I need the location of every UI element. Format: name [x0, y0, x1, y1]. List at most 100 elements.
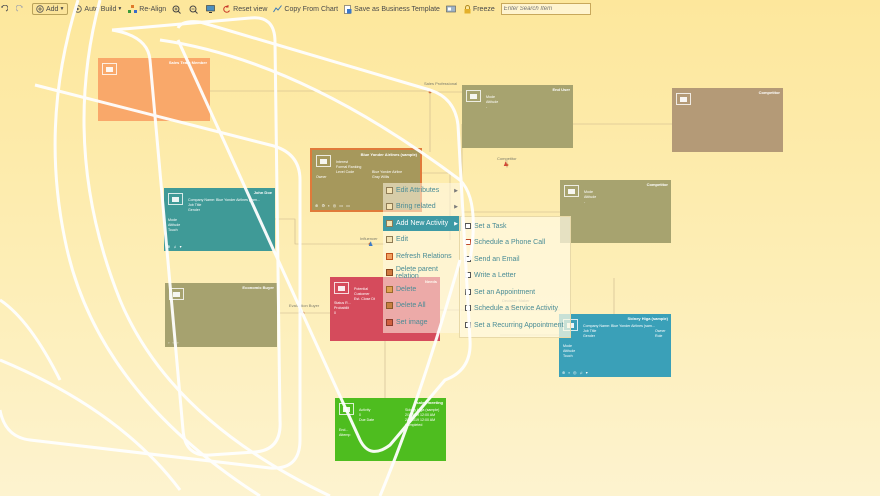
menu-item-label: Delete parent relation: [395, 265, 438, 280]
monitor-button[interactable]: [206, 5, 217, 13]
zoom-in-icon: [172, 5, 182, 14]
node-sales-team-member[interactable]: Sales Team Member: [98, 58, 210, 121]
reset-view-button[interactable]: Reset view: [223, 5, 267, 13]
attributes-icon: [386, 187, 393, 194]
delete-icon: [386, 286, 393, 293]
add-button[interactable]: Add ▼: [32, 3, 69, 15]
menu-item-delete-all[interactable]: Delete All: [383, 298, 461, 313]
node-title: Economic Buyer: [242, 285, 274, 290]
menu-item-edit[interactable]: Edit: [383, 232, 461, 247]
toolbar: Add ▼ Auto Build ▼ Re-Align Reset view Cop…: [0, 0, 880, 18]
service-icon: [465, 305, 471, 311]
menu-item-add-new-activity[interactable]: Add New Activity ▶: [383, 216, 461, 231]
menu-item-delete-parent-relation[interactable]: Delete parent relation: [383, 265, 461, 280]
undo-icon: [1, 5, 8, 12]
node-competitor-top[interactable]: Competitor: [672, 88, 783, 152]
folder-icon: [339, 403, 354, 415]
menu-item-delete[interactable]: Delete: [383, 282, 461, 297]
field-line: Touch: [563, 354, 573, 358]
field-line: Completed: [405, 423, 423, 427]
zoom-out-button[interactable]: [189, 5, 200, 14]
copy-chart-icon: [273, 5, 283, 13]
menu-item-label: Refresh Relations: [396, 253, 452, 260]
node-sidney-higa[interactable]: Sidney Higa (sample) Company Name: Blue …: [559, 314, 671, 377]
menu-item-edit-attributes[interactable]: Edit Attributes ▶: [383, 183, 461, 198]
freeze-label: Freeze: [472, 5, 495, 13]
field-line: 0: [334, 311, 336, 315]
field-line: Due Date: [359, 418, 375, 422]
node-action-bar[interactable]: ▫ ▫ ▫: [168, 340, 179, 345]
menu-item-label: Delete: [396, 286, 417, 293]
undo-button[interactable]: [0, 5, 10, 13]
field-line: Touch: [168, 228, 178, 232]
node-competitor-right[interactable]: Competitor Mode Attitude -: [560, 180, 671, 243]
submenu-item-label: Schedule a Service Activity: [474, 304, 559, 312]
node-title: sales meeting: [416, 400, 443, 405]
submenu-item-label: Set a Task: [474, 222, 507, 230]
menu-item-refresh-relations[interactable]: Refresh Relations: [383, 249, 461, 264]
node-fields: Activity 0 Due Date: [359, 408, 374, 423]
node-end-user[interactable]: End User Mode Attitude -: [462, 85, 573, 148]
play-icon: [74, 5, 83, 13]
submenu-item-phone-call[interactable]: Schedule a Phone Call: [460, 234, 570, 250]
menu-item-bring-related[interactable]: Bring related ▶: [383, 199, 461, 214]
view-toggle-button[interactable]: [446, 5, 458, 13]
node-fields: Mode Attitude -: [486, 95, 498, 110]
folder-icon: [466, 90, 481, 102]
node-title: End User: [552, 87, 570, 92]
menu-item-set-image[interactable]: Set image: [383, 315, 461, 330]
appointment-icon: [465, 289, 471, 295]
node-action-bar[interactable]: ⊕ ♫ ▾: [167, 244, 183, 249]
node-fields: Potential Customer Est. Close Dt: [354, 287, 375, 302]
folder-icon: [316, 155, 331, 167]
node-economic-buyer[interactable]: Economic Buyer ▫ ▫ ▫: [165, 283, 277, 347]
save-template-button[interactable]: Save as Business Template: [344, 4, 440, 14]
menu-item-label: Edit Attributes: [396, 187, 440, 194]
node-fields: Company Name: Blue Yonder Airlines (sam.…: [583, 324, 655, 339]
folder-icon: [334, 282, 349, 294]
person-marker-icon: ♟: [298, 309, 304, 315]
auto-build-button[interactable]: Auto Build ▼: [74, 5, 122, 13]
field-line: Gray Willis: [372, 175, 390, 179]
node-fields-bottom: Mode Attitude Touch: [563, 344, 575, 359]
save-template-label: Save as Business Template: [354, 5, 440, 13]
submenu-item-appointment[interactable]: Set an Appointment: [460, 284, 570, 300]
node-action-bar[interactable]: ⊕ ⚙ ▪ ◎ ▭ ▭: [315, 203, 351, 208]
field-line: Attitude: [486, 100, 499, 104]
submenu-item-email[interactable]: Send an Email: [460, 251, 570, 267]
zoom-in-button[interactable]: [172, 5, 183, 14]
submenu-item-recurring-appointment[interactable]: Set a Recurring Appointment: [460, 317, 570, 333]
node-action-bar[interactable]: ⊕ ▪ ◎ ♫ ▾: [562, 370, 589, 375]
field-line: Level Code: [336, 170, 355, 174]
delete-all-icon: [386, 302, 393, 309]
field-line: Probabilit: [334, 306, 349, 310]
submenu-item-label: Schedule a Phone Call: [474, 238, 546, 246]
menu-item-label: Bring related: [396, 203, 436, 210]
field-line: Role: [655, 334, 663, 338]
node-john-doe[interactable]: John Doe Company Name: Blue Yonder Airli…: [164, 188, 275, 251]
realign-button[interactable]: Re-Align: [128, 5, 166, 13]
submenu-item-letter[interactable]: Write a Letter: [460, 267, 570, 283]
node-title: Sales Team Member: [168, 60, 207, 65]
node-fields-bottom: Mode Attitude Touch: [168, 218, 180, 233]
copy-from-chart-button[interactable]: Copy From Chart: [273, 5, 338, 13]
submenu-item-service-activity[interactable]: Schedule a Service Activity: [460, 300, 570, 316]
relationship-canvas[interactable]: Sales Professional Competitor Influencer…: [0, 18, 880, 496]
menu-item-label: Add New Activity: [396, 220, 449, 227]
submenu-item-label: Set an Appointment: [474, 288, 536, 296]
submenu-item-set-task[interactable]: Set a Task: [460, 218, 570, 234]
field-line: Attemp: [339, 433, 351, 437]
freeze-button[interactable]: Freeze: [464, 4, 495, 14]
search-input[interactable]: [500, 3, 591, 15]
node-footer: Owner: [316, 175, 327, 180]
redo-button[interactable]: [16, 5, 26, 13]
chevron-down-icon: ▼: [59, 6, 65, 12]
node-title: Competitor: [646, 182, 668, 187]
reset-view-label: Reset view: [233, 5, 268, 13]
realign-label: Re-Align: [139, 5, 167, 13]
context-menu: Edit Attributes ▶ Bring related ▶ Add Ne…: [383, 183, 461, 333]
node-title: Sidney Higa (sample): [627, 316, 668, 321]
node-sales-meeting[interactable]: sales meeting Activity 0 Due Date Sidney…: [335, 398, 446, 461]
save-template-icon: [344, 4, 352, 14]
zoom-out-icon: [189, 5, 199, 14]
